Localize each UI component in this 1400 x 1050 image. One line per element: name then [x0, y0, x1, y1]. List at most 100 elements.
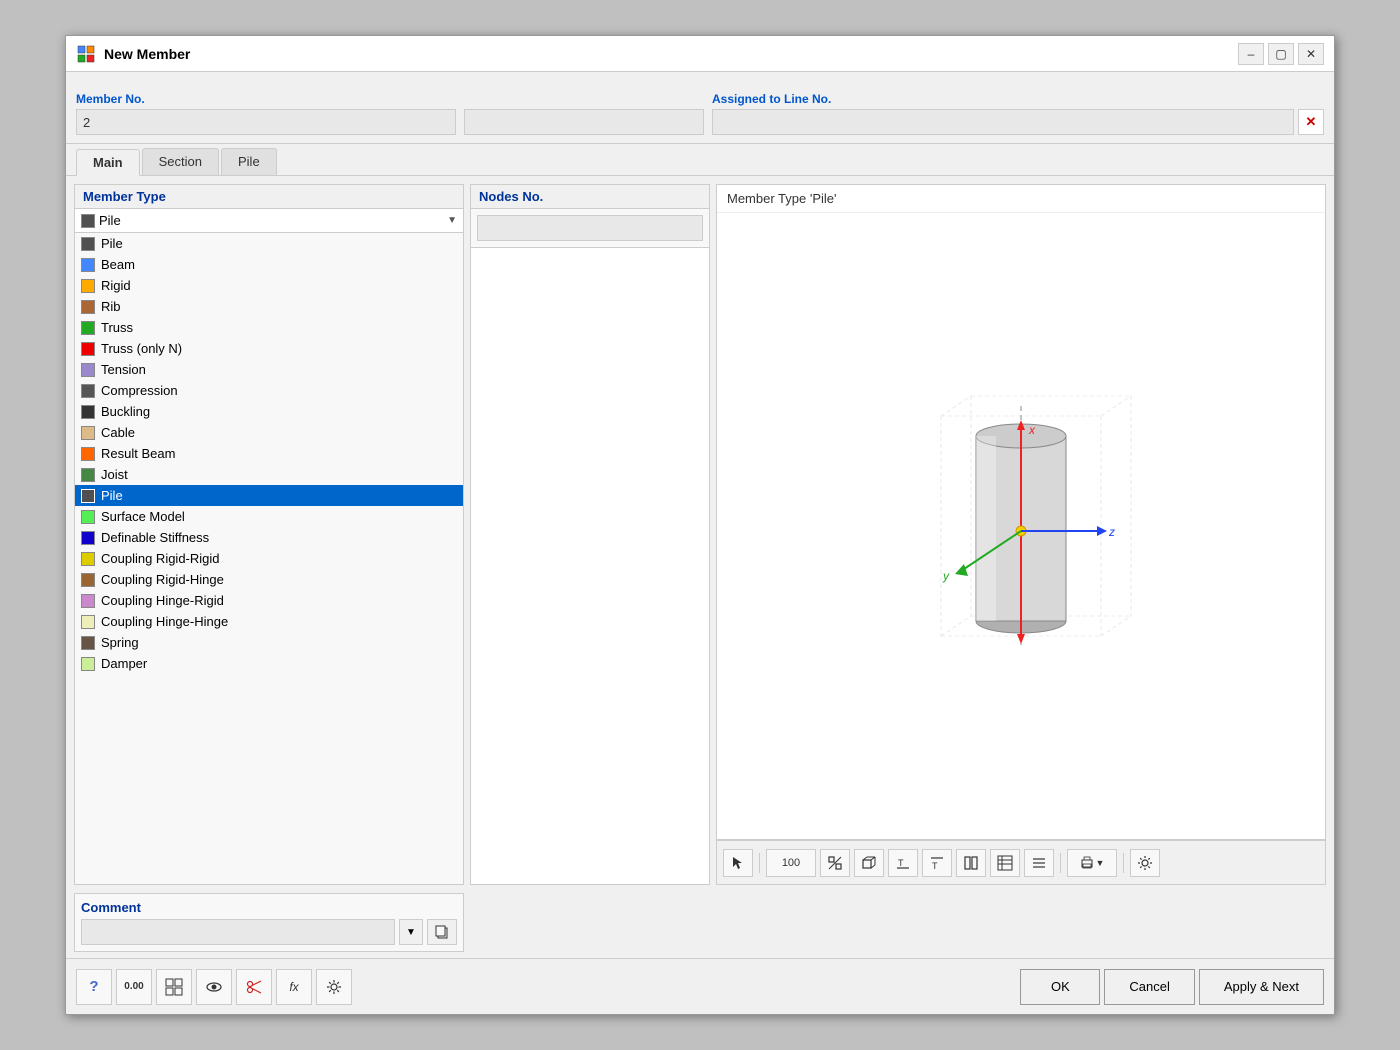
list-item[interactable]: Coupling Hinge-Rigid — [75, 590, 463, 611]
comment-spacer — [470, 893, 710, 952]
tab-main[interactable]: Main — [76, 149, 140, 176]
settings-btn[interactable] — [1130, 849, 1160, 877]
list-item[interactable]: Result Beam — [75, 443, 463, 464]
list-item[interactable]: Coupling Rigid-Rigid — [75, 548, 463, 569]
list-item[interactable]: Truss (only N) — [75, 338, 463, 359]
new-member-dialog: New Member – ▢ ✕ Member No. Assigned to … — [65, 35, 1335, 1015]
copy-icon — [435, 925, 449, 939]
view-select-btn[interactable] — [723, 849, 753, 877]
wireframe-btn[interactable] — [854, 849, 884, 877]
list-item[interactable]: Compression — [75, 380, 463, 401]
dropdown-text: Pile — [99, 213, 443, 228]
zoom-fit-btn[interactable] — [820, 849, 850, 877]
comment-input[interactable] — [81, 919, 395, 945]
svg-text:T: T — [932, 861, 938, 871]
list-item[interactable]: Rib — [75, 296, 463, 317]
list-item[interactable]: Coupling Hinge-Hinge — [75, 611, 463, 632]
list-item[interactable]: Definable Stiffness — [75, 527, 463, 548]
layout-2-btn[interactable] — [956, 849, 986, 877]
scissors-icon — [245, 978, 263, 996]
node-start-input[interactable] — [477, 215, 703, 241]
list-item[interactable]: Surface Model — [75, 506, 463, 527]
minimize-button[interactable]: – — [1238, 43, 1264, 65]
member-item-label: Rigid — [101, 278, 131, 293]
title-bar: New Member – ▢ ✕ — [66, 36, 1334, 72]
color-swatch — [81, 405, 95, 419]
header-row: Member No. Assigned to Line No. ✕ — [66, 72, 1334, 144]
middle-input[interactable] — [464, 109, 704, 135]
3d-view: x y z — [717, 213, 1325, 839]
list-item[interactable]: Joist — [75, 464, 463, 485]
nodes-panel: Nodes No. — [470, 184, 710, 885]
member-item-label: Result Beam — [101, 446, 175, 461]
member-type-dropdown[interactable]: Pile ▼ — [75, 209, 463, 233]
member-type-header: Member Type — [75, 185, 463, 209]
grid-button[interactable] — [156, 969, 192, 1005]
print-btn[interactable]: ▼ — [1067, 849, 1117, 877]
config-button[interactable] — [316, 969, 352, 1005]
text-bottom-btn[interactable]: T — [922, 849, 952, 877]
assigned-input[interactable] — [712, 109, 1294, 135]
help-button[interactable]: ? — [76, 969, 112, 1005]
member-no-field: Member No. — [76, 92, 456, 135]
list-item[interactable]: Buckling — [75, 401, 463, 422]
zoom-100-btn[interactable]: 100 — [766, 849, 816, 877]
cancel-button[interactable]: Cancel — [1104, 969, 1194, 1005]
list-item[interactable]: Damper — [75, 653, 463, 674]
fit-icon — [827, 855, 843, 871]
close-button[interactable]: ✕ — [1298, 43, 1324, 65]
units-button[interactable]: 0.00 — [116, 969, 152, 1005]
member-type-list: Pile Beam Rigid Rib Truss Truss (only N)Tensi… — [75, 233, 463, 884]
comment-spacer-2 — [716, 893, 1326, 952]
toolbar-sep-1 — [759, 853, 760, 873]
comment-input-row: ▼ — [81, 919, 457, 945]
text-top-btn[interactable]: T — [888, 849, 918, 877]
view-button[interactable] — [196, 969, 232, 1005]
list-item[interactable]: Beam — [75, 254, 463, 275]
tab-section[interactable]: Section — [142, 148, 219, 175]
pile-svg: x y z — [881, 376, 1161, 676]
apply-next-button[interactable]: Apply & Next — [1199, 969, 1324, 1005]
list-item[interactable]: Cable — [75, 422, 463, 443]
comment-label: Comment — [81, 900, 457, 915]
title-bar-left: New Member — [76, 44, 190, 64]
list-btn[interactable] — [1024, 849, 1054, 877]
list-item[interactable]: Tension — [75, 359, 463, 380]
fx-button[interactable]: fx — [276, 969, 312, 1005]
list-item[interactable]: Pile — [75, 485, 463, 506]
clear-assigned-button[interactable]: ✕ — [1298, 109, 1324, 135]
dropdown-arrow-icon: ▼ — [447, 215, 457, 226]
table-btn[interactable] — [990, 849, 1020, 877]
member-item-label: Truss — [101, 320, 133, 335]
member-item-label: Pile — [101, 236, 123, 251]
view-label: Member Type 'Pile' — [717, 185, 1325, 213]
cursor-icon — [730, 855, 746, 871]
grid-icon — [165, 978, 183, 996]
member-item-label: Rib — [101, 299, 121, 314]
member-no-input[interactable] — [76, 109, 456, 135]
color-swatch — [81, 573, 95, 587]
list-item[interactable]: Pile — [75, 233, 463, 254]
list-item[interactable]: Coupling Rigid-Hinge — [75, 569, 463, 590]
comment-copy-btn[interactable] — [427, 919, 457, 945]
list-icon — [1031, 855, 1047, 871]
ok-button[interactable]: OK — [1020, 969, 1100, 1005]
member-item-label: Coupling Hinge-Hinge — [101, 614, 228, 629]
nodes-header: Nodes No. — [471, 185, 709, 209]
color-swatch — [81, 552, 95, 566]
list-item[interactable]: Truss — [75, 317, 463, 338]
svg-text:T: T — [898, 858, 904, 868]
print-icon — [1080, 856, 1094, 870]
print-dropdown-arrow: ▼ — [1096, 858, 1105, 868]
nodes-textarea[interactable] — [471, 247, 709, 884]
member-item-label: Coupling Rigid-Hinge — [101, 572, 224, 587]
text-bottom-icon: T — [929, 855, 945, 871]
dialog-title: New Member — [104, 46, 190, 62]
comment-dropdown-btn[interactable]: ▼ — [399, 919, 423, 945]
member-item-label: Definable Stiffness — [101, 530, 209, 545]
scissors-button[interactable] — [236, 969, 272, 1005]
tab-pile[interactable]: Pile — [221, 148, 277, 175]
list-item[interactable]: Spring — [75, 632, 463, 653]
maximize-button[interactable]: ▢ — [1268, 43, 1294, 65]
list-item[interactable]: Rigid — [75, 275, 463, 296]
